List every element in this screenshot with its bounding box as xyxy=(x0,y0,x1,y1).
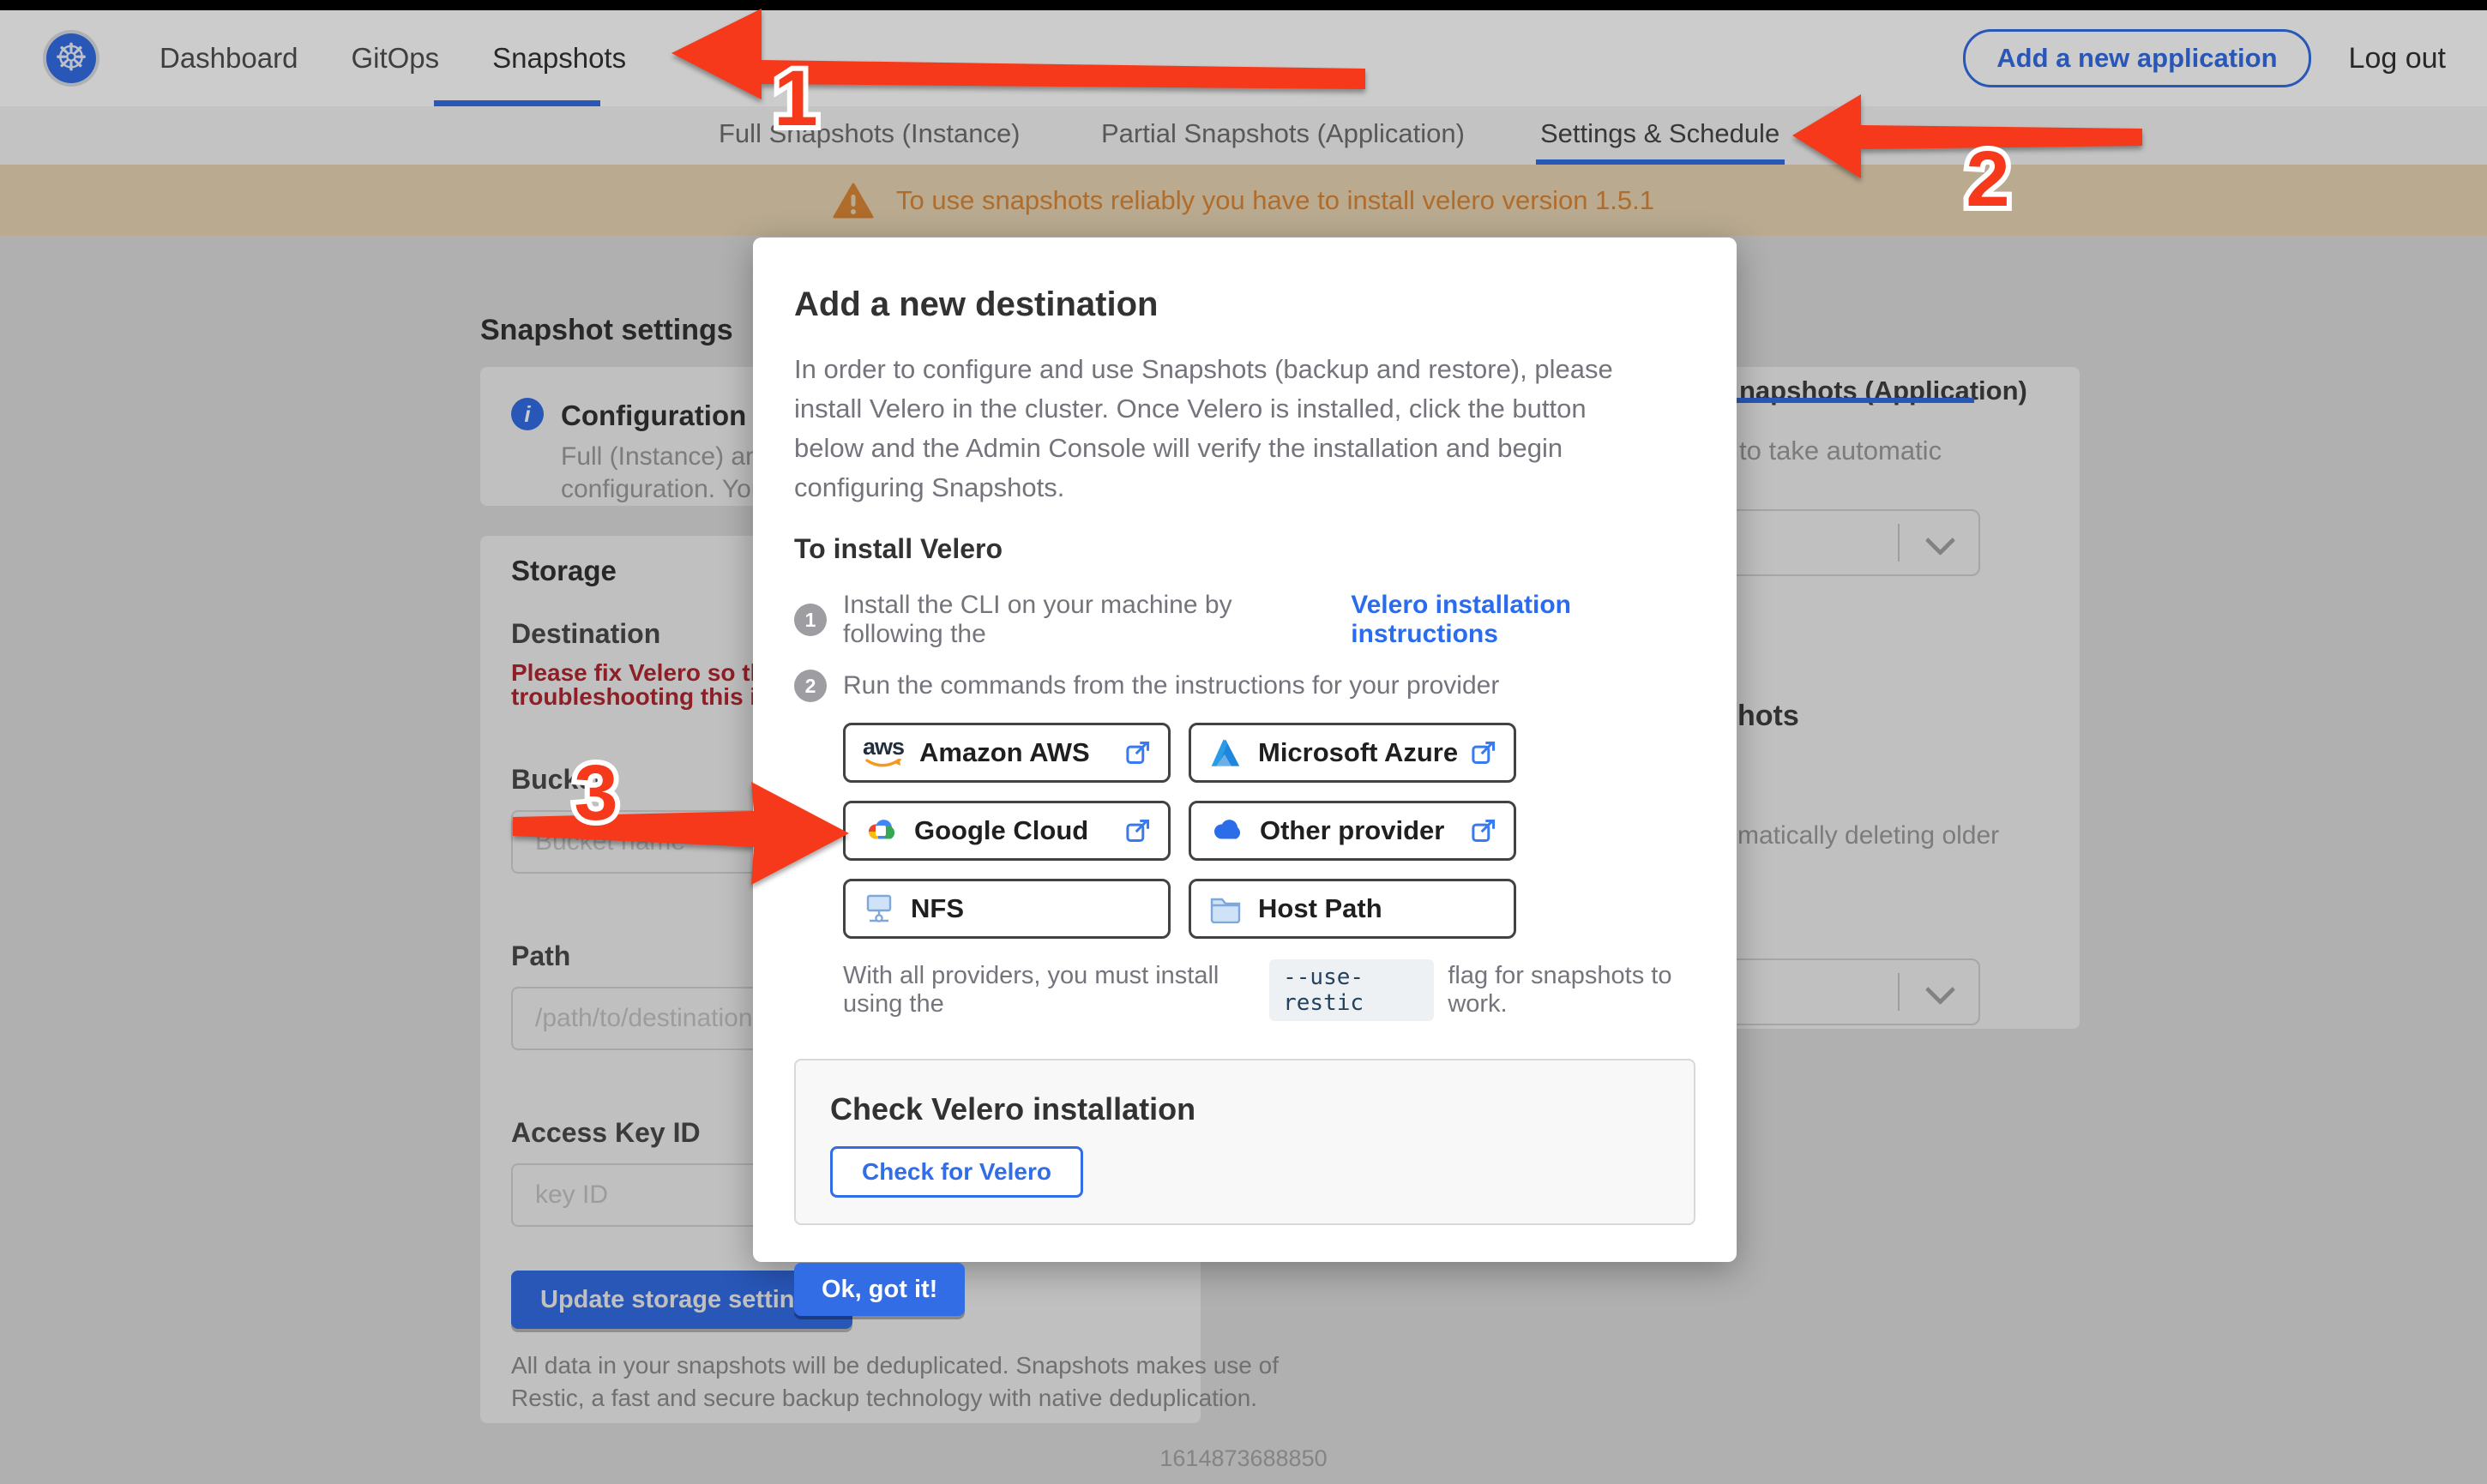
external-link-icon xyxy=(1471,740,1496,766)
ok-got-it-button[interactable]: Ok, got it! xyxy=(794,1263,965,1316)
provider-nfs-button[interactable]: NFS xyxy=(843,879,1171,939)
modal-body-text: In order to configure and use Snapshots … xyxy=(794,350,1660,508)
aws-icon: aws xyxy=(863,736,904,770)
provider-label: Host Path xyxy=(1258,893,1382,924)
restic-note-post: flag for snapshots to work. xyxy=(1448,962,1695,1018)
modal-title: Add a new destination xyxy=(794,285,1695,324)
provider-microsoft-azure-button[interactable]: Microsoft Azure xyxy=(1189,723,1516,783)
restic-flag-code: --use-restic xyxy=(1269,959,1434,1021)
provider-label: Google Cloud xyxy=(914,815,1088,846)
provider-label: Other provider xyxy=(1260,815,1444,846)
provider-grid: aws Amazon AWS Microsoft Azure xyxy=(843,723,1695,939)
check-velero-section: Check Velero installation Check for Vele… xyxy=(794,1059,1695,1225)
provider-label: NFS xyxy=(911,893,964,924)
azure-icon xyxy=(1208,737,1243,768)
step-2-text: Run the commands from the instructions f… xyxy=(843,671,1499,700)
restic-note: With all providers, you must install usi… xyxy=(843,959,1695,1021)
install-step-1: 1 Install the CLI on your machine by fol… xyxy=(794,591,1695,649)
provider-label: Microsoft Azure xyxy=(1258,737,1458,768)
provider-other-button[interactable]: Other provider xyxy=(1189,801,1516,861)
external-link-icon xyxy=(1125,818,1151,844)
check-for-velero-button[interactable]: Check for Velero xyxy=(830,1146,1083,1198)
provider-google-cloud-button[interactable]: Google Cloud xyxy=(843,801,1171,861)
add-destination-modal: Add a new destination In order to config… xyxy=(753,237,1737,1262)
provider-host-path-button[interactable]: Host Path xyxy=(1189,879,1516,939)
install-step-2: 2 Run the commands from the instructions… xyxy=(794,670,1695,702)
provider-label: Amazon AWS xyxy=(919,737,1090,768)
step-2-badge: 2 xyxy=(794,670,827,702)
step-1-badge: 1 xyxy=(794,604,827,636)
velero-instructions-link[interactable]: Velero installation instructions xyxy=(1351,591,1695,649)
external-link-icon xyxy=(1125,740,1151,766)
restic-note-pre: With all providers, you must install usi… xyxy=(843,962,1256,1018)
cloud-icon xyxy=(1208,817,1244,844)
provider-amazon-aws-button[interactable]: aws Amazon AWS xyxy=(843,723,1171,783)
install-velero-heading: To install Velero xyxy=(794,533,1695,565)
external-link-icon xyxy=(1471,818,1496,844)
check-velero-heading: Check Velero installation xyxy=(830,1091,1659,1127)
google-cloud-icon xyxy=(863,816,899,845)
step-1-text: Install the CLI on your machine by follo… xyxy=(843,591,1339,649)
nfs-icon xyxy=(863,892,895,925)
folder-icon xyxy=(1208,894,1243,923)
